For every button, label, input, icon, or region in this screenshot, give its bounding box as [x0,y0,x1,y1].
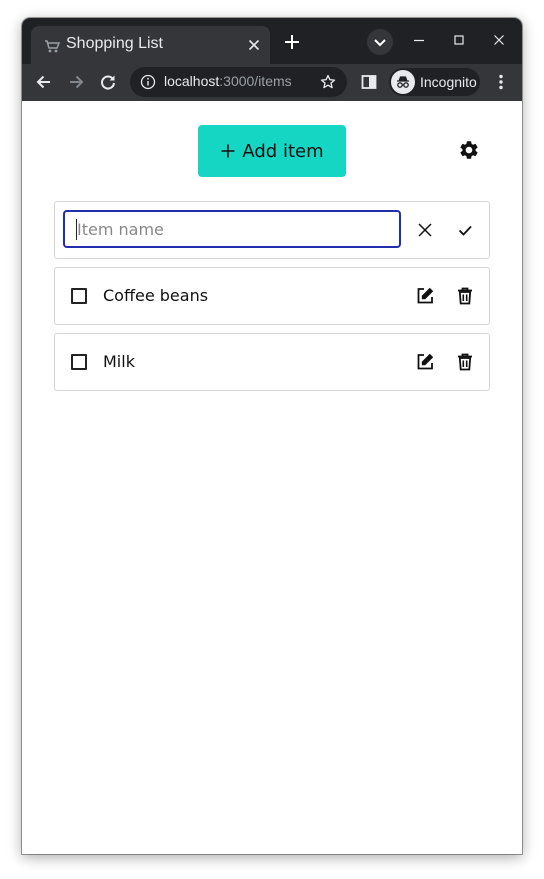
incognito-icon [391,70,415,94]
edit-icon[interactable] [413,284,437,308]
browser-window: Shopping List localhost:3000/items Incog… [22,18,522,854]
reload-icon[interactable] [98,72,118,92]
close-icon[interactable] [413,218,437,242]
gear-icon[interactable] [458,139,480,161]
info-icon[interactable] [140,74,156,90]
minimize-icon[interactable] [411,32,427,48]
url-path: :3000/items [219,73,292,89]
side-panel-icon[interactable] [359,72,379,92]
trash-icon[interactable] [453,284,477,308]
add-item-label: Add item [242,140,324,162]
tab-strip: Shopping List [22,18,522,64]
star-icon[interactable] [320,74,336,90]
list-item: Milk [54,333,490,391]
url-host: localhost [164,73,220,89]
tab-title: Shopping List [66,35,163,52]
item-checkbox[interactable] [71,288,87,304]
window-close-icon[interactable] [491,32,507,48]
new-item-row [54,201,490,259]
trash-icon[interactable] [453,350,477,374]
incognito-label: Incognito [420,74,477,90]
chevron-down-icon [374,39,386,47]
close-tab-icon[interactable] [246,37,262,53]
tab-shopping-list[interactable]: Shopping List [31,26,270,64]
item-label: Coffee beans [103,286,209,305]
item-checkbox[interactable] [71,354,87,370]
plus-icon [221,144,235,158]
browser-toolbar: localhost:3000/items Incognito [22,64,522,101]
item-name-input[interactable] [63,210,401,248]
address-bar[interactable]: localhost:3000/items [130,67,347,97]
cart-icon [45,40,60,53]
app-page: Add item Coffee beans [22,101,522,854]
back-arrow-icon[interactable] [34,72,54,92]
maximize-icon[interactable] [451,32,467,48]
url-text: localhost:3000/items [164,73,292,89]
tab-search-button[interactable] [367,29,393,55]
more-menu-icon[interactable] [491,72,511,92]
new-tab-icon[interactable] [279,29,305,55]
forward-arrow-icon[interactable] [66,72,86,92]
incognito-indicator[interactable]: Incognito [389,68,480,96]
list-item: Coffee beans [54,267,490,325]
item-label: Milk [103,352,135,371]
edit-icon[interactable] [413,350,437,374]
add-item-button[interactable]: Add item [198,125,346,177]
check-icon[interactable] [453,218,477,242]
text-cursor [76,219,77,240]
